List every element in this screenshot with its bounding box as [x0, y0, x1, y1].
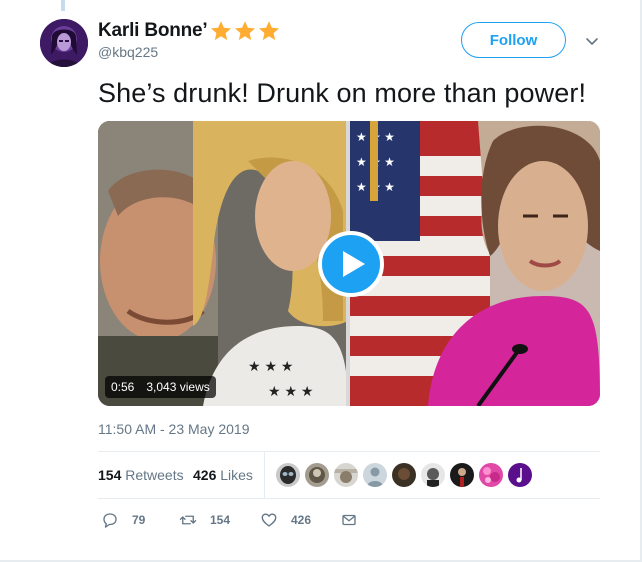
play-icon	[342, 251, 365, 277]
envelope-icon	[342, 514, 356, 526]
star-icon	[258, 21, 279, 41]
play-button[interactable]	[318, 231, 384, 297]
follow-button[interactable]: Follow	[461, 22, 566, 58]
liker-avatar[interactable]	[363, 463, 387, 487]
chevron-down-icon[interactable]	[584, 33, 600, 49]
author-name-emoji	[209, 19, 281, 43]
heart-icon	[261, 513, 277, 527]
likes-label: Likes	[220, 467, 253, 483]
like-count: 426	[291, 513, 312, 527]
video-duration: 0:56	[111, 380, 135, 394]
retweets-count: 154	[98, 467, 122, 483]
author-avatar[interactable]	[40, 19, 88, 67]
liker-avatar[interactable]	[276, 463, 300, 487]
star-icon	[210, 21, 231, 41]
video-player[interactable]: ★ ★ ★ ★ ★ ★ ★ ★ ★ ★ ★ ★ ★ ★ ★ 0:56	[98, 121, 600, 406]
reply-count: 79	[132, 513, 146, 527]
svg-text:★ ★ ★: ★ ★ ★	[268, 383, 313, 399]
stats-divider	[264, 452, 265, 498]
reply-button[interactable]: 79	[101, 510, 145, 530]
liker-avatar[interactable]	[334, 463, 358, 487]
author-display-name[interactable]: Karli Bonne’	[98, 20, 208, 42]
video-views: 3,043 views	[146, 380, 210, 394]
retweets-stat[interactable]: 154 Retweets	[98, 467, 184, 483]
tweet-text: She’s drunk! Drunk on more than power!	[98, 78, 587, 108]
liker-avatar[interactable]	[305, 463, 329, 487]
retweets-label: Retweets	[125, 467, 184, 483]
liker-avatar[interactable]	[421, 463, 445, 487]
retweet-icon	[179, 515, 197, 525]
tweet-timestamp[interactable]: 11:50 AM - 23 May 2019	[98, 421, 250, 437]
star-icon	[234, 21, 255, 41]
like-button[interactable]: 426	[260, 510, 311, 530]
svg-text:★ ★ ★: ★ ★ ★	[248, 358, 293, 374]
liker-avatar[interactable]	[450, 463, 474, 487]
liker-avatar[interactable]	[392, 463, 416, 487]
tweet-stats: 154 Retweets 426 Likes	[98, 451, 600, 499]
author-handle[interactable]: @kbq225	[98, 44, 158, 60]
author-name-row[interactable]: Karli Bonne’	[98, 17, 281, 45]
direct-message-button[interactable]	[340, 510, 358, 530]
retweet-count: 154	[210, 513, 231, 527]
liker-avatars	[276, 463, 532, 487]
retweet-button[interactable]: 154	[179, 510, 230, 530]
likes-count: 426	[193, 467, 217, 483]
liker-avatar[interactable]	[508, 463, 532, 487]
likes-stat[interactable]: 426 Likes	[193, 467, 253, 483]
reply-icon	[103, 513, 117, 528]
liker-avatar[interactable]	[479, 463, 503, 487]
video-info-badge: 0:56 3,043 views	[105, 376, 216, 398]
thread-connector-line	[61, 0, 65, 11]
